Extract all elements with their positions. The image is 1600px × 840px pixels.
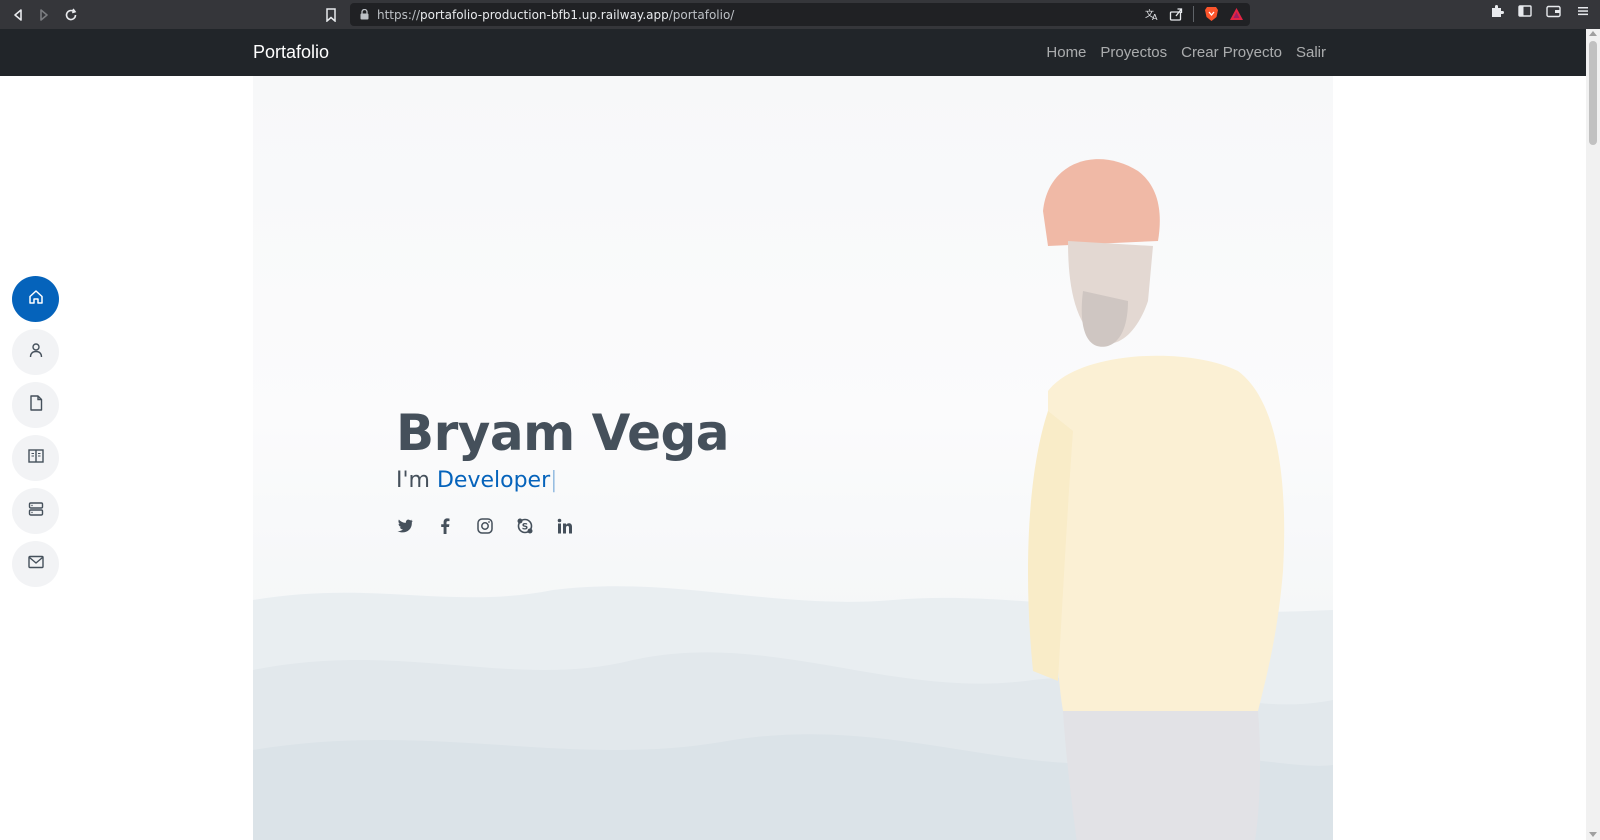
navbar-links: Home Proyectos Crear Proyecto Salir bbox=[1046, 44, 1326, 61]
translate-icon[interactable]: 文A bbox=[1145, 7, 1159, 21]
hero-typed-text: Developer bbox=[436, 468, 551, 493]
hero-content: Bryam Vega I'm Developer| S bbox=[396, 404, 730, 535]
wallet-icon[interactable] bbox=[1546, 4, 1562, 18]
person-photo bbox=[1028, 159, 1285, 840]
svg-text:A: A bbox=[1152, 13, 1158, 21]
hero-subtitle-prefix: I'm bbox=[396, 468, 437, 493]
sidebar-icon[interactable] bbox=[1518, 4, 1532, 18]
hero-section: Bryam Vega I'm Developer| S bbox=[253, 76, 1333, 840]
scroll-down-icon[interactable] bbox=[1589, 832, 1597, 837]
side-nav-contact[interactable] bbox=[12, 541, 59, 587]
file-icon bbox=[29, 394, 43, 416]
hero-subtitle: I'm Developer| bbox=[396, 468, 729, 493]
instagram-icon[interactable] bbox=[476, 517, 494, 535]
nav-link-home[interactable]: Home bbox=[1046, 44, 1086, 61]
nav-link-proyectos[interactable]: Proyectos bbox=[1100, 44, 1167, 61]
envelope-icon bbox=[27, 555, 44, 574]
side-nav-home[interactable] bbox=[12, 276, 59, 322]
home-icon bbox=[28, 289, 44, 310]
browser-toolbar: https://portafolio-production-bfb1.up.ra… bbox=[0, 0, 1600, 29]
twitter-icon[interactable] bbox=[396, 517, 414, 535]
nav-link-salir[interactable]: Salir bbox=[1296, 44, 1326, 61]
extensions-icon[interactable] bbox=[1490, 4, 1504, 18]
lock-icon[interactable] bbox=[360, 9, 369, 20]
scrollbar-thumb[interactable] bbox=[1589, 41, 1597, 145]
svg-text:S: S bbox=[522, 523, 528, 533]
address-bar[interactable]: https://portafolio-production-bfb1.up.ra… bbox=[350, 3, 1250, 26]
nav-link-crear-proyecto[interactable]: Crear Proyecto bbox=[1181, 44, 1282, 61]
book-icon bbox=[27, 448, 44, 469]
person-icon bbox=[28, 342, 44, 363]
reload-icon[interactable] bbox=[60, 4, 82, 26]
side-nav bbox=[12, 276, 59, 587]
bookmark-icon[interactable] bbox=[320, 4, 342, 26]
linkedin-icon[interactable] bbox=[556, 517, 574, 535]
url-text: https://portafolio-production-bfb1.up.ra… bbox=[377, 7, 735, 22]
share-icon[interactable] bbox=[1169, 7, 1183, 21]
scroll-up-icon[interactable] bbox=[1589, 31, 1597, 36]
side-nav-about[interactable] bbox=[12, 329, 59, 375]
back-icon[interactable] bbox=[7, 4, 29, 26]
side-nav-portfolio[interactable] bbox=[12, 435, 59, 481]
brave-shield-icon[interactable] bbox=[1204, 6, 1219, 22]
skype-icon[interactable]: S bbox=[516, 517, 534, 535]
menu-icon[interactable] bbox=[1576, 4, 1590, 18]
hero-name: Bryam Vega bbox=[396, 404, 730, 462]
typed-cursor: | bbox=[550, 468, 558, 493]
facebook-icon[interactable] bbox=[436, 517, 454, 535]
navbar-brand[interactable]: Portafolio bbox=[253, 42, 329, 63]
brave-rewards-icon[interactable] bbox=[1229, 7, 1244, 21]
site-navbar: Portafolio Home Proyectos Crear Proyecto… bbox=[0, 29, 1586, 76]
page-scrollbar[interactable] bbox=[1586, 29, 1600, 840]
social-links: S bbox=[396, 517, 729, 535]
side-nav-services[interactable] bbox=[12, 488, 59, 534]
server-icon bbox=[28, 501, 44, 522]
forward-icon[interactable] bbox=[33, 4, 55, 26]
side-nav-resume[interactable] bbox=[12, 382, 59, 428]
